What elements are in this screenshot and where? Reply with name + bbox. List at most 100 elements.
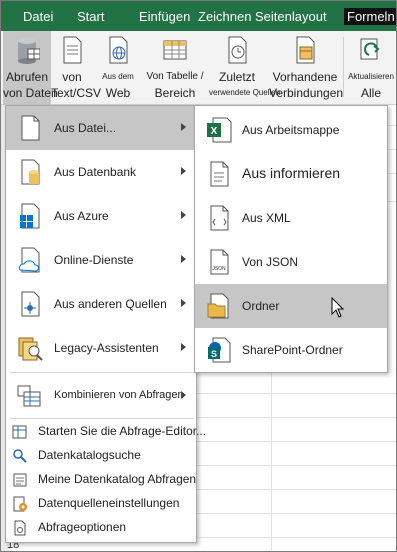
database-icon: [18, 38, 40, 64]
query-options-icon: [14, 520, 26, 536]
xml-file-icon: [210, 205, 229, 231]
menu-item-label: Abfrageoptionen: [38, 520, 127, 534]
menu-item-label: Datenquelleneinstellungen: [38, 496, 180, 510]
from-table-button[interactable]: Von Tabelle / Bereich: [143, 31, 207, 105]
from-table-label: Von Tabelle / Bereich: [146, 71, 204, 100]
menu-item-label: Aus Datei...: [54, 121, 117, 135]
menu-item-label: Online-Dienste: [54, 253, 134, 267]
menu-item-data-source-settings[interactable]: Datenquelleneinstellungen: [6, 492, 196, 515]
menu-item-label: Starten Sie die Abfrage-Editor...: [38, 424, 207, 438]
tab-einfuegen[interactable]: Einfügen: [139, 9, 190, 24]
menu-item-from-file[interactable]: Aus Datei...: [6, 106, 196, 150]
recent-sources-label: Zuletzt verwendete Quellen: [209, 70, 281, 97]
existing-connections-button[interactable]: Vorhandene Verbindungen: [269, 31, 344, 105]
submenu-item-label: Ordner: [242, 299, 280, 313]
menu-item-label: Kombinieren von Abfragen: [54, 389, 184, 401]
menu-item-online-services[interactable]: Online-Dienste: [6, 238, 196, 282]
menu-item-data-catalog-search[interactable]: Datenkatalogsuche: [6, 444, 196, 467]
submenu-item-folder[interactable]: Ordner: [195, 284, 387, 328]
existing-connections-label: Vorhandene Verbindungen: [269, 70, 344, 100]
from-file-submenu: X Aus Arbeitsmappe Aus informieren Aus X…: [194, 105, 388, 373]
catalog-search-icon: [13, 449, 27, 463]
tab-seitenlayout[interactable]: Seitenlayout: [255, 9, 327, 24]
gridline: [191, 537, 396, 538]
get-data-label: Abrufen von Daten: [3, 70, 58, 100]
submenu-arrow-icon: [181, 343, 186, 351]
network-icon: [21, 291, 40, 317]
get-data-menu: Aus Datei... Aus Datenbank Aus Azure Onl…: [5, 105, 206, 543]
svg-text:X: X: [211, 126, 218, 137]
legacy-icon: [18, 337, 43, 361]
connections-icon: [296, 36, 315, 64]
submenu-arrow-icon: [181, 391, 186, 399]
submenu-item-from-xml[interactable]: Aus XML: [195, 196, 387, 240]
ribbon-divider: [343, 37, 344, 97]
tab-zeichnen[interactable]: Zeichnen: [198, 9, 251, 24]
ribbon-tab-bar: Datei Start Einfügen Zeichnen Seitenlayo…: [1, 1, 396, 31]
menu-item-from-database[interactable]: Aus Datenbank: [6, 150, 196, 194]
gridline: [191, 393, 396, 394]
recent-sources-icon: [228, 36, 247, 64]
from-text-csv-button[interactable]: von Text/CSV: [51, 31, 102, 105]
refresh-all-button[interactable]: Aktualisieren Alle: [345, 31, 396, 105]
text-file-icon: [210, 161, 229, 187]
menu-item-combine-queries[interactable]: Kombinieren von Abfragen: [6, 374, 196, 418]
menu-item-label: Meine Datenkatalog Abfragen: [38, 472, 197, 486]
json-file-icon: JSON: [210, 249, 229, 275]
svg-text:S: S: [211, 349, 217, 359]
gridline: [191, 417, 396, 418]
menu-item-legacy-wizards[interactable]: Legacy-Assistenten: [6, 326, 196, 370]
gridline: [191, 513, 396, 514]
gridline: [191, 465, 396, 466]
submenu-item-from-text[interactable]: Aus informieren: [195, 152, 387, 196]
tab-start[interactable]: Start: [77, 9, 104, 24]
file-icon: [21, 115, 40, 141]
menu-item-label: Aus Datenbank: [54, 165, 137, 179]
azure-icon: [20, 203, 40, 229]
submenu-arrow-icon: [181, 211, 186, 219]
submenu-arrow-icon: [181, 299, 186, 307]
submenu-item-from-workbook[interactable]: X Aus Arbeitsmappe: [195, 108, 387, 152]
gridline: [191, 441, 396, 442]
recent-sources-button[interactable]: Zuletzt verwendete Quellen: [209, 31, 281, 105]
menu-item-label: Legacy-Assistenten: [54, 341, 159, 355]
submenu-item-label: Von JSON: [242, 255, 299, 269]
excel-workbook-icon: X: [207, 117, 232, 143]
menu-separator: [10, 418, 194, 419]
submenu-arrow-icon: [181, 167, 186, 175]
get-data-button[interactable]: Abrufen von Daten: [3, 31, 58, 105]
tab-datei[interactable]: Datei: [23, 9, 53, 24]
json-badge: JSON: [212, 266, 226, 272]
database-icon: [21, 159, 40, 185]
refresh-all-label: Aktualisieren Alle: [348, 72, 394, 100]
combine-icon: [17, 385, 41, 407]
from-text-csv-label: von Text/CSV: [51, 70, 102, 100]
cloud-icon: [18, 247, 40, 273]
menu-item-from-azure[interactable]: Aus Azure: [6, 194, 196, 238]
data-source-settings-icon: [13, 496, 27, 512]
window: Datei Start Einfügen Zeichnen Seitenlayo…: [0, 0, 397, 552]
folder-icon: [207, 293, 229, 319]
gridline: [191, 489, 396, 490]
table-icon: [163, 40, 187, 60]
submenu-arrow-icon: [181, 123, 186, 131]
menu-item-other-sources[interactable]: Aus anderen Quellen: [6, 282, 196, 326]
menu-item-label: Aus Azure: [54, 209, 109, 223]
menu-item-query-options[interactable]: Abfrageoptionen: [6, 516, 196, 539]
submenu-item-sharepoint-folder[interactable]: S SharePoint-Ordner: [195, 328, 387, 372]
from-web-button[interactable]: Aus dem Web: [95, 31, 141, 105]
menu-item-label: Datenkatalogsuche: [38, 448, 141, 462]
submenu-item-from-json[interactable]: JSON Von JSON: [195, 240, 387, 284]
menu-item-launch-query-editor[interactable]: Starten Sie die Abfrage-Editor...: [6, 420, 206, 443]
web-icon: [109, 36, 128, 64]
mouse-pointer-icon: [331, 297, 345, 318]
submenu-item-label: SharePoint-Ordner: [242, 343, 343, 357]
refresh-icon: [360, 38, 380, 60]
menu-item-label: Aus anderen Quellen: [54, 297, 167, 311]
submenu-arrow-icon: [181, 255, 186, 263]
from-web-label: Aus dem Web: [102, 72, 134, 100]
submenu-item-label: Aus Arbeitsmappe: [242, 123, 340, 137]
menu-item-my-catalog-queries[interactable]: Meine Datenkatalog Abfragen: [6, 468, 196, 491]
tab-formeln[interactable]: Formeln: [344, 8, 396, 25]
ribbon: Abrufen von Daten von Text/CSV Aus dem W…: [1, 31, 396, 105]
